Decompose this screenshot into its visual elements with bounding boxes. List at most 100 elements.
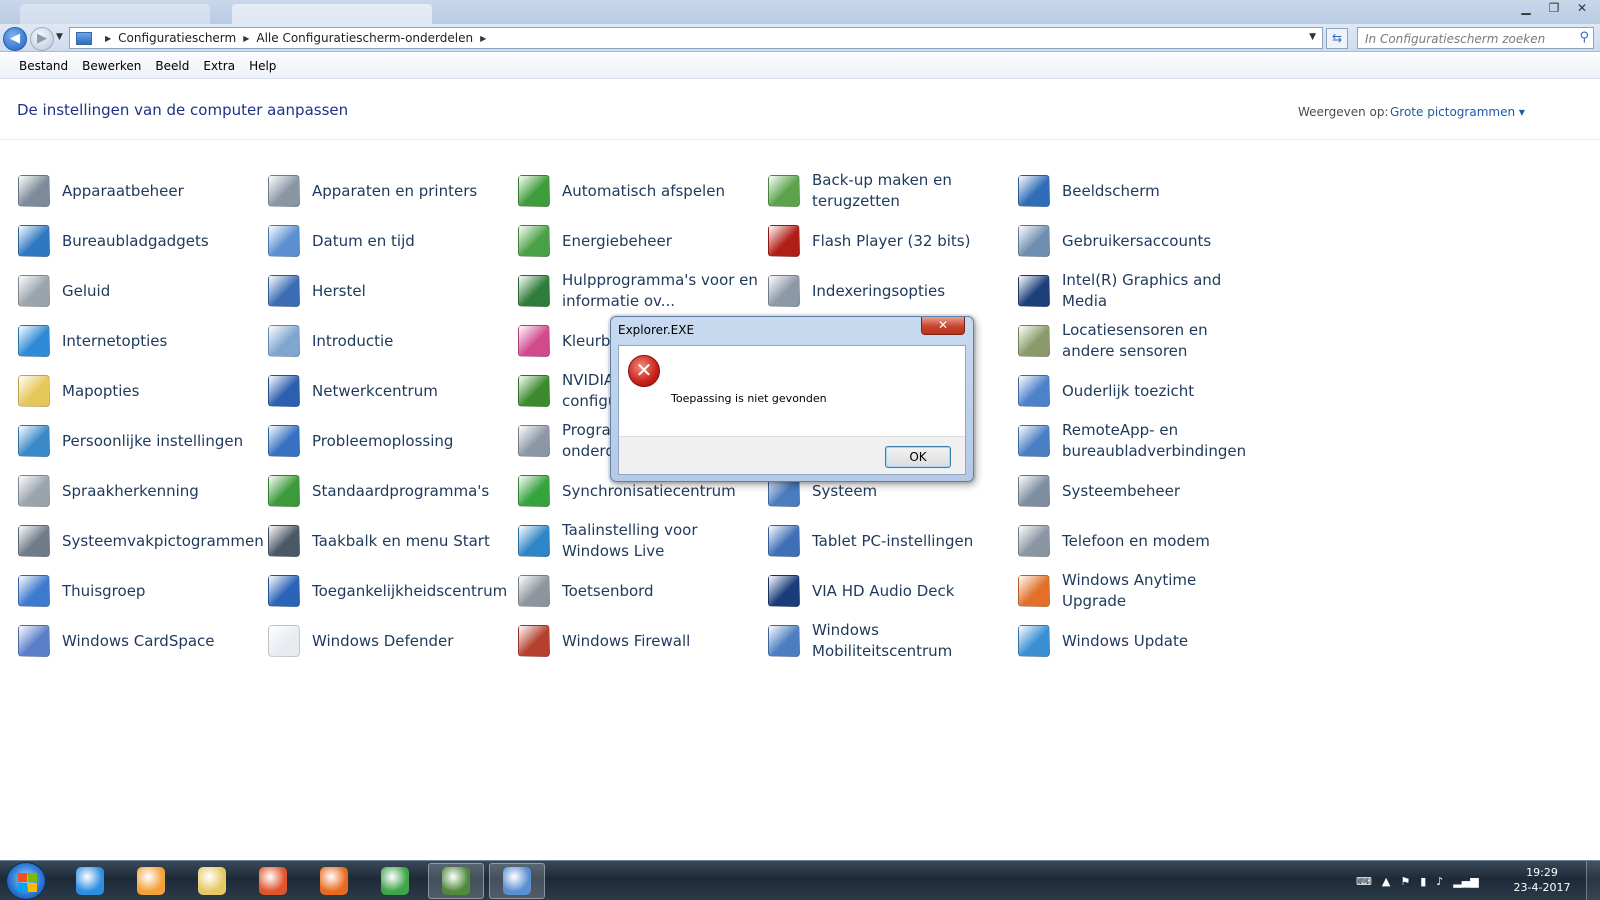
cp-item[interactable]: Taakbalk en menu Start	[268, 519, 508, 563]
cp-item[interactable]: Apparaatbeheer	[18, 169, 258, 213]
cp-item[interactable]: Mapopties	[18, 369, 258, 413]
cp-item[interactable]: VIA HD Audio Deck	[768, 569, 1008, 613]
menu-file[interactable]: Bestand	[12, 59, 75, 73]
breadcrumb-arrow-icon[interactable]: ▶	[243, 34, 249, 43]
cp-item-label: Flash Player (32 bits)	[812, 231, 971, 250]
volume-icon[interactable]: ♪	[1436, 875, 1443, 888]
cp-item[interactable]: Windows Update	[1018, 619, 1258, 663]
cp-item[interactable]: Windows Firewall	[518, 619, 758, 663]
cp-item[interactable]: Gebruikersaccounts	[1018, 219, 1258, 263]
cp-item[interactable]: Back-up maken en terugzetten	[768, 169, 1008, 213]
cp-item[interactable]: Beeldscherm	[1018, 169, 1258, 213]
cp-item[interactable]: Windows CardSpace	[18, 619, 258, 663]
cp-item-label: Systeemvakpictogrammen	[62, 531, 264, 550]
cp-item[interactable]: Netwerkcentrum	[268, 369, 508, 413]
performance-monitor-icon	[442, 867, 470, 895]
taskbar-app-control-panel[interactable]	[489, 863, 545, 899]
breadcrumb-arrow-icon[interactable]: ▶	[105, 34, 111, 43]
system-tray: ⌨ ▲ ⚑ ▮ ♪ ▂▄▆	[1356, 861, 1479, 900]
cp-item[interactable]: Toegankelijkheidscentrum	[268, 569, 508, 613]
menu-edit[interactable]: Bewerken	[75, 59, 148, 73]
windows-logo-icon	[18, 873, 27, 882]
close-window-button[interactable]: ✕	[1568, 0, 1596, 18]
cp-item[interactable]: RemoteApp- en bureaubladverbindingen	[1018, 419, 1258, 463]
cp-item[interactable]: Introductie	[268, 319, 508, 363]
start-button[interactable]	[6, 862, 46, 900]
ok-button[interactable]: OK	[885, 446, 951, 468]
signal-icon[interactable]: ▂▄▆	[1453, 875, 1478, 888]
cp-item[interactable]: Indexeringsopties	[768, 269, 1008, 313]
view-by-dropdown[interactable]: Grote pictogrammen ▾	[1390, 105, 1525, 119]
back-button[interactable]: ◀	[3, 27, 27, 51]
taskbar-app-internet-explorer[interactable]	[62, 863, 118, 899]
search-icon[interactable]: ⚲	[1579, 30, 1589, 45]
cp-item-label: Netwerkcentrum	[312, 381, 438, 400]
breadcrumb-control-panel[interactable]: Configuratiescherm	[118, 31, 236, 45]
restore-button[interactable]: ❐	[1540, 0, 1568, 18]
search-input[interactable]: In Configuratiescherm zoeken ⚲	[1357, 27, 1594, 49]
refresh-button[interactable]: ⇆	[1326, 28, 1348, 49]
autoplay-icon	[518, 175, 550, 207]
cp-item[interactable]: Toetsenbord	[518, 569, 758, 613]
address-dropdown-icon[interactable]: ▼	[1309, 32, 1316, 42]
cp-item-label: Windows Defender	[312, 631, 454, 650]
cp-item[interactable]: Bureaubladgadgets	[18, 219, 258, 263]
cp-item[interactable]: Taalinstelling voor Windows Live	[518, 519, 758, 563]
performance-icon	[518, 275, 550, 307]
dialog-close-button[interactable]: ✕	[921, 317, 965, 335]
search-placeholder: In Configuratiescherm zoeken	[1365, 32, 1546, 46]
show-hidden-icon[interactable]: ▲	[1382, 875, 1390, 888]
action-center-icon[interactable]: ⚑	[1400, 875, 1410, 888]
battery-icon[interactable]: ▮	[1420, 875, 1426, 888]
cp-item[interactable]: Probleemoplossing	[268, 419, 508, 463]
cp-item[interactable]: Windows Mobiliteitscentrum	[768, 619, 1008, 663]
recent-pages-dropdown[interactable]: ▼	[56, 32, 63, 42]
cp-item[interactable]: Internetopties	[18, 319, 258, 363]
cp-item-label: Thuisgroep	[62, 581, 146, 600]
cp-item[interactable]: Telefoon en modem	[1018, 519, 1258, 563]
cp-item[interactable]: Systeembeheer	[1018, 469, 1258, 513]
cp-item[interactable]: Geluid	[18, 269, 258, 313]
keyboard-icon[interactable]: ⌨	[1356, 875, 1372, 888]
cp-item-label: Toetsenbord	[562, 581, 654, 600]
forward-button[interactable]: ▶	[30, 27, 54, 51]
taskbar-app-firefox[interactable]	[306, 863, 362, 899]
cp-item[interactable]: Intel(R) Graphics and Media	[1018, 269, 1258, 313]
cp-item[interactable]: Windows Defender	[268, 619, 508, 663]
cp-item-label: Bureaubladgadgets	[62, 231, 209, 250]
cp-item[interactable]: Systeemvakpictogrammen	[18, 519, 264, 563]
breadcrumb-arrow-icon[interactable]: ▶	[480, 34, 486, 43]
cp-item[interactable]: Persoonlijke instellingen	[18, 419, 258, 463]
cp-item[interactable]: Flash Player (32 bits)	[768, 219, 1008, 263]
cp-item[interactable]: Datum en tijd	[268, 219, 508, 263]
cp-item[interactable]: Energiebeheer	[518, 219, 758, 263]
menu-help[interactable]: Help	[242, 59, 283, 73]
minimize-button[interactable]: ▁	[1512, 0, 1540, 18]
taskbar-app-file-explorer[interactable]	[184, 863, 240, 899]
address-bar[interactable]: ▶ Configuratiescherm ▶ Alle Configuratie…	[69, 27, 1323, 49]
cp-item[interactable]: Automatisch afspelen	[518, 169, 758, 213]
error-icon: ✕	[628, 355, 660, 387]
cp-item[interactable]: Spraakherkenning	[18, 469, 258, 513]
show-desktop-button[interactable]	[1586, 861, 1600, 900]
cp-item-label: Apparaatbeheer	[62, 181, 184, 200]
cp-item[interactable]: Apparaten en printers	[268, 169, 508, 213]
cp-item-label: Taakbalk en menu Start	[312, 531, 490, 550]
taskbar-app-performance-monitor[interactable]	[428, 863, 484, 899]
clock[interactable]: 19:29 23-4-2017	[1510, 865, 1574, 895]
taskbar-app-chrome[interactable]	[367, 863, 423, 899]
dialog-footer: OK	[619, 436, 965, 474]
cp-item[interactable]: Locatiesensoren en andere sensoren	[1018, 319, 1258, 363]
cp-item[interactable]: Ouderlijk toezicht	[1018, 369, 1258, 413]
menu-view[interactable]: Beeld	[148, 59, 196, 73]
cp-item[interactable]: Thuisgroep	[18, 569, 258, 613]
menu-tools[interactable]: Extra	[196, 59, 242, 73]
breadcrumb-all-items[interactable]: Alle Configuratiescherm-onderdelen	[256, 31, 473, 45]
cp-item[interactable]: Herstel	[268, 269, 508, 313]
taskbar-app-media-player[interactable]	[123, 863, 179, 899]
taskbar-app-office[interactable]	[245, 863, 301, 899]
cp-item[interactable]: Windows Anytime Upgrade	[1018, 569, 1258, 613]
cp-item[interactable]: Hulpprogramma's voor en informatie ov...	[518, 269, 758, 313]
cp-item[interactable]: Standaardprogramma's	[268, 469, 508, 513]
cp-item[interactable]: Tablet PC-instellingen	[768, 519, 1008, 563]
